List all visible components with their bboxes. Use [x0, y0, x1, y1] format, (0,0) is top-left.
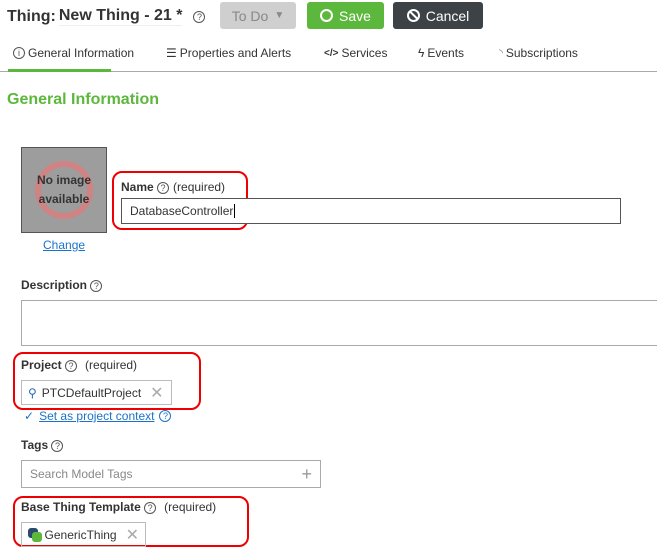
description-textarea[interactable]	[21, 300, 657, 346]
name-input[interactable]: DatabaseController	[121, 198, 621, 224]
tab-label: Services	[341, 46, 388, 60]
list-icon: ☰	[166, 46, 177, 60]
help-icon[interactable]: ?	[157, 181, 170, 194]
thing-template-icon	[28, 527, 42, 542]
help-icon[interactable]: ?	[144, 501, 157, 514]
plus-icon[interactable]: +	[301, 464, 312, 485]
project-hierarchy-icon: ⚲	[28, 385, 37, 400]
project-chip[interactable]: ⚲ PTCDefaultProject ✕	[21, 380, 172, 405]
thing-image-placeholder: No image available	[21, 147, 107, 233]
description-label: Description ?	[21, 278, 103, 292]
remove-icon[interactable]: ✕	[126, 525, 139, 545]
project-label: Project ? (required)	[21, 358, 138, 372]
section-title: General Information	[7, 91, 160, 108]
name-label: Name ? (required)	[121, 180, 226, 194]
tab-properties-and-alerts[interactable]: ☰ Properties and Alerts	[166, 46, 291, 60]
tab-subscriptions[interactable]: ◝ Subscriptions	[499, 46, 578, 60]
base-template-label: Base Thing Template ? (required)	[21, 500, 217, 514]
tab-label: General Information	[28, 46, 135, 60]
help-icon[interactable]: ?	[65, 359, 78, 372]
help-icon[interactable]: ?	[159, 410, 172, 422]
info-icon: i	[13, 47, 25, 59]
remove-icon[interactable]: ✕	[150, 383, 163, 403]
name-value: DatabaseController	[130, 204, 236, 218]
check-icon: ✓	[24, 409, 35, 423]
caret-down-icon: ▼	[274, 10, 285, 21]
project-value: PTCDefaultProject	[41, 385, 142, 400]
tab-events[interactable]: ϟ Events	[418, 46, 464, 60]
set-project-context-link[interactable]: Set as project context	[39, 409, 154, 423]
tags-search-input[interactable]: Search Model Tags +	[21, 460, 321, 488]
set-project-context: ✓ Set as project context ?	[24, 409, 172, 423]
tab-label: Events	[427, 46, 465, 60]
save-label: Save	[339, 7, 371, 24]
entity-name[interactable]: New Thing - 21 *	[58, 7, 183, 26]
lightning-icon: ϟ	[418, 46, 425, 60]
tags-placeholder: Search Model Tags	[30, 467, 133, 481]
rss-icon: ◝	[499, 47, 503, 59]
state-dropdown[interactable]: To Do ▼	[220, 2, 296, 29]
tab-services[interactable]: </> Services	[324, 46, 387, 60]
state-label: To Do	[231, 7, 269, 24]
cancel-button[interactable]: Cancel	[393, 2, 483, 29]
tab-label: Properties and Alerts	[179, 46, 292, 60]
ban-icon	[406, 9, 420, 22]
help-icon[interactable]: ?	[51, 439, 64, 452]
base-template-chip[interactable]: GenericThing ✕	[21, 522, 146, 547]
cancel-label: Cancel	[425, 7, 470, 24]
change-image-link[interactable]: Change	[43, 238, 85, 252]
no-image-text: No image available	[36, 173, 91, 206]
help-icon[interactable]: ?	[90, 279, 103, 292]
entity-type: Thing:	[7, 7, 56, 25]
tab-general-information[interactable]: i General Information	[13, 46, 134, 60]
circle-icon	[320, 9, 334, 22]
base-template-value: GenericThing	[44, 527, 117, 542]
page-title: Thing: New Thing - 21 * ?	[7, 7, 206, 26]
code-icon: </>	[324, 47, 339, 59]
save-button[interactable]: Save	[307, 2, 384, 29]
tab-label: Subscriptions	[505, 46, 578, 60]
tags-label: Tags ?	[21, 438, 64, 452]
help-icon[interactable]: ?	[193, 10, 206, 23]
active-tab-indicator	[8, 69, 111, 72]
